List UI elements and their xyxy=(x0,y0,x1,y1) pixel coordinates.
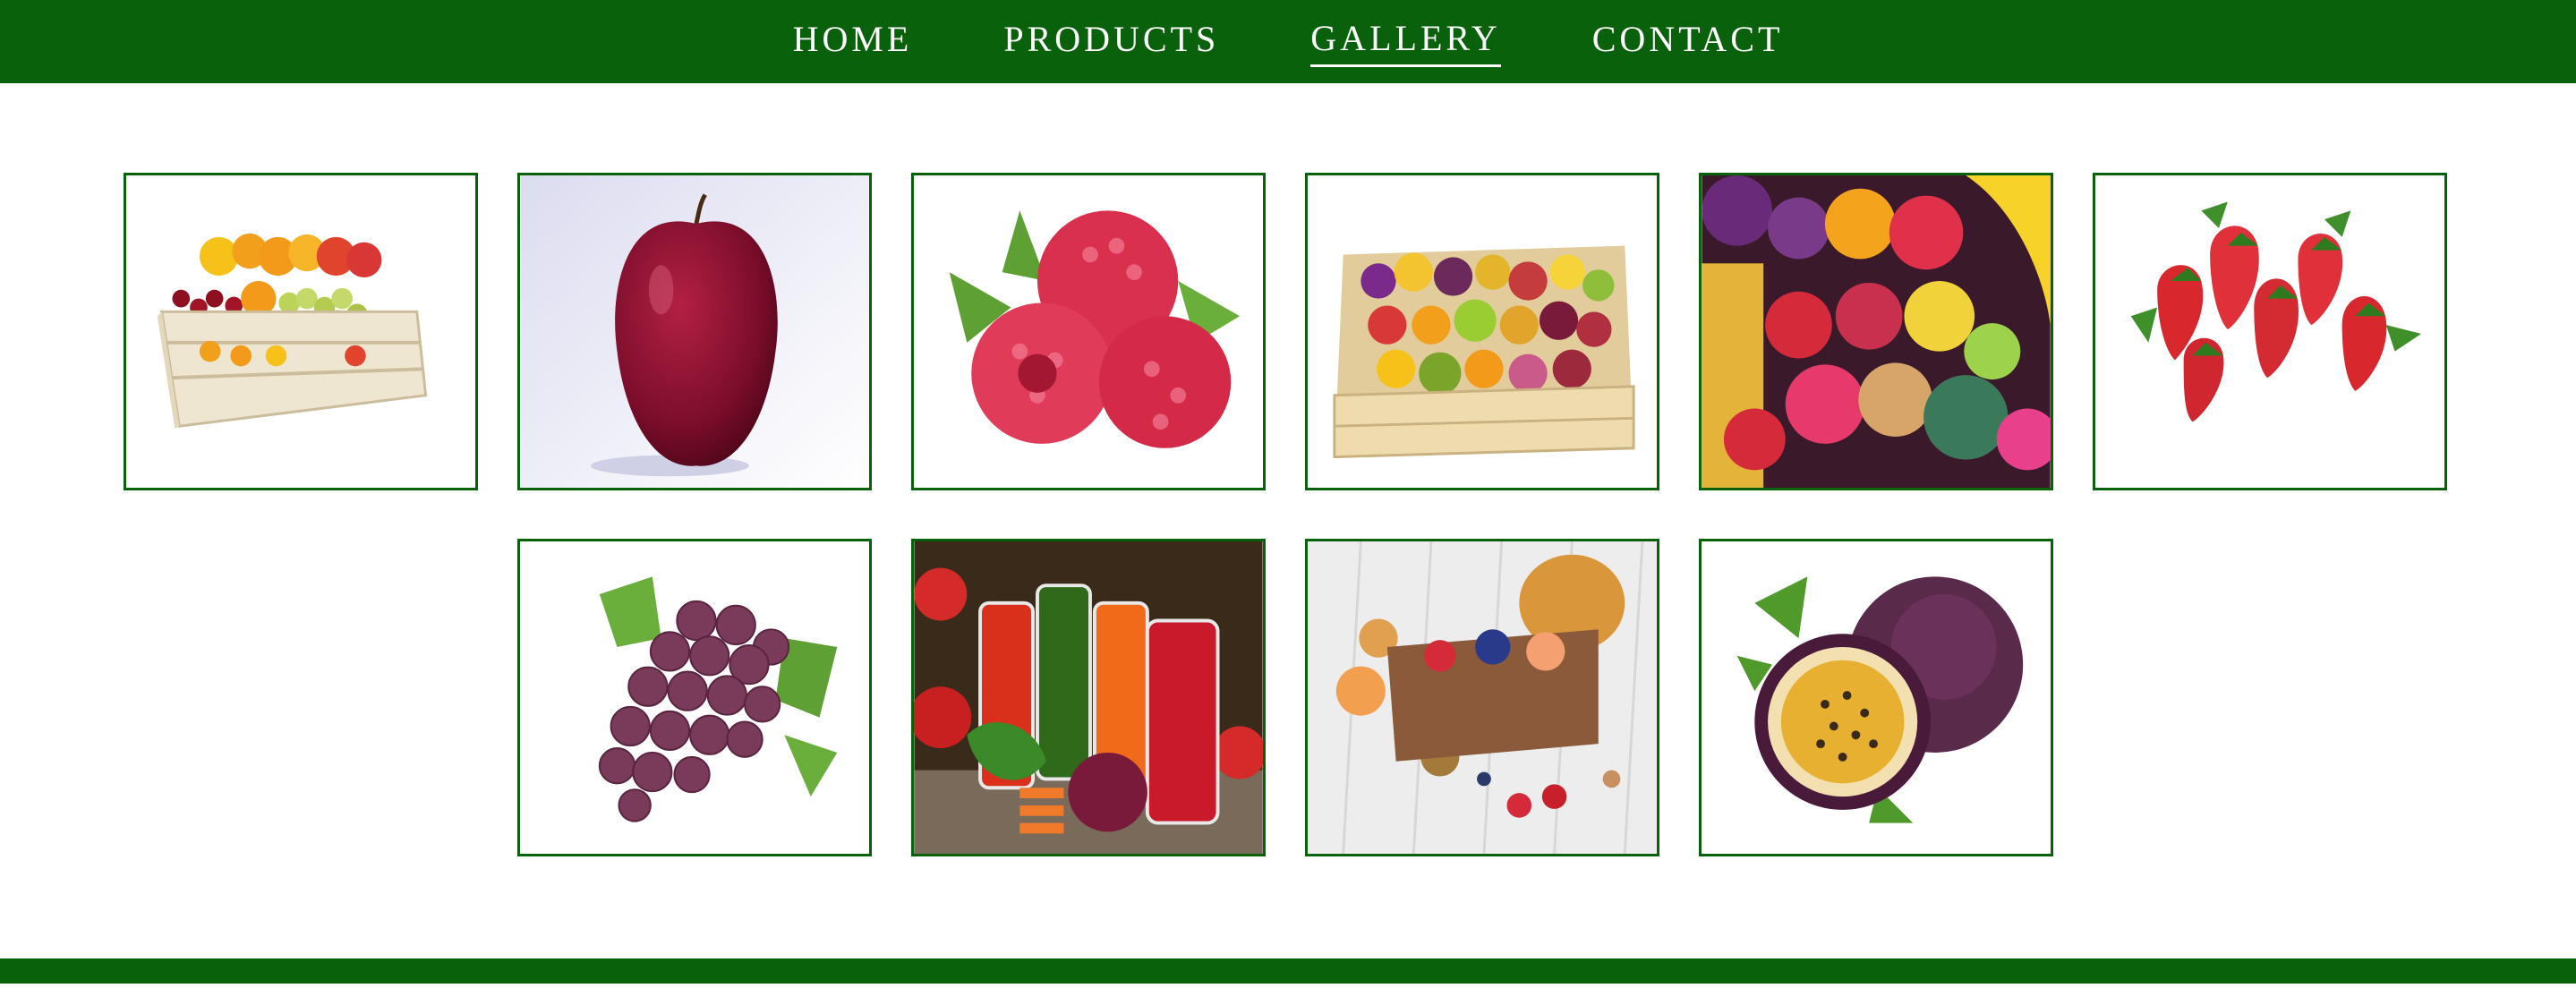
wooden-fruit-box-illustration xyxy=(1308,175,1657,488)
nav-home-link[interactable]: HOME xyxy=(793,18,913,65)
assorted-tropical-fruits-illustration xyxy=(1702,175,2051,488)
vegetable-juices-image[interactable] xyxy=(911,539,1266,856)
wooden-fruit-box-image[interactable] xyxy=(1305,173,1659,490)
strawberries-illustration xyxy=(2095,175,2444,488)
fruit-basket-table-illustration xyxy=(1308,541,1657,854)
red-apple-illustration xyxy=(520,175,869,488)
footer-bar xyxy=(0,958,2576,984)
nav-contact-link[interactable]: CONTACT xyxy=(1592,18,1784,65)
nav-products-link[interactable]: PRODUCTS xyxy=(1003,18,1219,65)
vegetable-juices-illustration xyxy=(914,541,1263,854)
fruit-crate-image[interactable] xyxy=(124,173,478,490)
strawberries-image[interactable] xyxy=(2093,173,2447,490)
red-grapes-illustration xyxy=(520,541,869,854)
raspberries-illustration xyxy=(914,175,1263,488)
red-apple-image[interactable] xyxy=(517,173,872,490)
passion-fruit-image[interactable] xyxy=(1699,539,2053,856)
raspberries-image[interactable] xyxy=(911,173,1266,490)
red-grapes-image[interactable] xyxy=(517,539,872,856)
passion-fruit-illustration xyxy=(1702,541,2051,854)
nav-gallery-link[interactable]: GALLERY xyxy=(1310,17,1501,67)
fruit-crate-illustration xyxy=(126,175,475,488)
assorted-tropical-fruits-image[interactable] xyxy=(1699,173,2053,490)
main-nav: HOME PRODUCTS GALLERY CONTACT xyxy=(0,0,2576,83)
fruit-basket-table-image[interactable] xyxy=(1305,539,1659,856)
